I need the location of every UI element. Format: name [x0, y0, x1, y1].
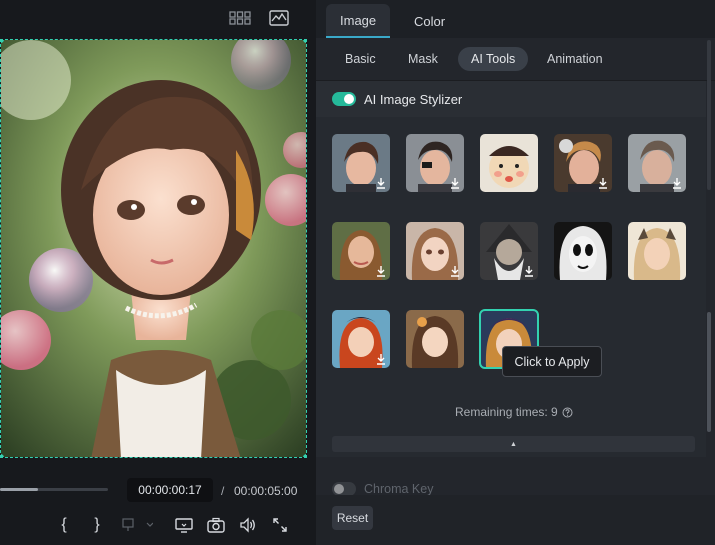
tab-color[interactable]: Color [400, 4, 459, 38]
download-icon [377, 178, 385, 189]
monitor-icon [175, 518, 193, 533]
panel-scrollbar[interactable] [707, 312, 711, 432]
chroma-key-toggle[interactable] [332, 482, 356, 496]
mark-out-button[interactable]: } [91, 515, 103, 535]
grid-view-icon[interactable] [229, 10, 251, 26]
subtab-animation[interactable]: Animation [534, 47, 616, 71]
style-thumbnail[interactable] [628, 222, 686, 280]
preview-pane: 00:00:00:17 / 00:00:05:00 { } [0, 0, 316, 545]
expand-icon [273, 518, 287, 532]
style-thumbnail-grid: Click to Apply Remaining times: 9 [316, 117, 706, 457]
download-icon [451, 178, 459, 189]
timecode-separator: / [221, 484, 225, 498]
fullscreen-button[interactable] [270, 515, 290, 535]
toggle-knob [334, 484, 344, 494]
toggle-knob [344, 94, 354, 104]
style-thumbnail[interactable] [332, 310, 390, 368]
anime-girl-preview-image [1, 40, 306, 457]
resize-handle-bottom-right[interactable] [303, 454, 306, 457]
style-thumbnail[interactable] [480, 134, 538, 192]
reset-button[interactable]: Reset [332, 506, 373, 530]
download-icon [451, 266, 459, 277]
ai-image-stylizer-toggle[interactable] [332, 92, 356, 106]
collapse-section-button[interactable]: ▲ [332, 436, 695, 452]
download-icon [377, 266, 385, 277]
playback-progress-bar[interactable] [0, 488, 108, 491]
download-icon [377, 354, 385, 365]
snapshot-button[interactable] [206, 515, 226, 535]
subtab-mask[interactable]: Mask [395, 47, 451, 71]
style-thumbnail[interactable] [406, 310, 464, 368]
volume-button[interactable] [238, 515, 258, 535]
remaining-times-label: Remaining times: 9 [455, 405, 558, 419]
help-icon[interactable] [562, 407, 573, 418]
style-thumbnail[interactable] [406, 222, 464, 280]
download-icon [525, 266, 533, 277]
tab-image[interactable]: Image [326, 4, 391, 38]
style-thumbnail[interactable] [628, 134, 686, 192]
subtab-ai-tools[interactable]: AI Tools [458, 47, 529, 71]
style-thumbnail[interactable] [554, 222, 612, 280]
waveform-icon[interactable] [269, 10, 289, 26]
ai-image-stylizer-title: AI Image Stylizer [364, 92, 463, 107]
display-button[interactable] [174, 515, 194, 535]
speaker-icon [240, 517, 255, 533]
current-timecode[interactable]: 00:00:00:17 [127, 478, 213, 502]
download-icon [599, 178, 607, 189]
main-tabbar: Image Color [316, 0, 715, 38]
click-to-apply-tooltip: Click to Apply [502, 346, 602, 377]
style-thumbnail[interactable] [332, 134, 390, 192]
panel-footer [316, 495, 715, 545]
total-timecode: 00:00:05:00 [234, 484, 298, 498]
style-thumbnail[interactable] [554, 134, 612, 192]
download-icon [673, 178, 681, 189]
style-thumbnail[interactable] [332, 222, 390, 280]
mark-in-button[interactable]: { [58, 515, 70, 535]
chroma-key-label: Chroma Key [364, 482, 434, 496]
style-thumbnail[interactable] [406, 134, 464, 192]
frame-export-icon [122, 518, 153, 531]
properties-panel: Image Color Basic Mask AI Tools Animatio… [316, 0, 715, 545]
playback-progress-fill [0, 488, 38, 491]
panel-scroll-track [707, 40, 711, 190]
video-preview-canvas[interactable] [0, 39, 307, 458]
remaining-times: Remaining times: 9 [455, 405, 573, 419]
subtab-basic[interactable]: Basic [332, 47, 389, 71]
style-thumbnail[interactable] [480, 222, 538, 280]
camera-icon [207, 517, 225, 533]
resize-handle-bottom-left[interactable] [1, 454, 4, 457]
resize-handle-top-right[interactable] [303, 40, 306, 43]
snapshot-dropdown[interactable] [121, 515, 153, 535]
